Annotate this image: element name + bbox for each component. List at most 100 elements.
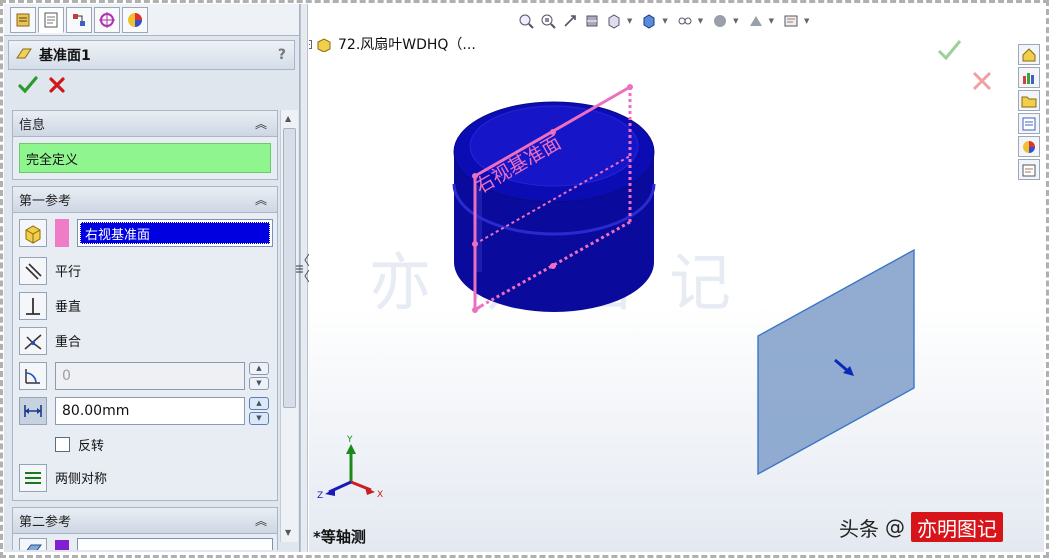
perpendicular-icon bbox=[26, 297, 40, 315]
view-orientation-icon bbox=[608, 14, 620, 29]
feature-manager-tab[interactable] bbox=[10, 6, 36, 33]
configuration-icon bbox=[73, 13, 85, 26]
feature-tree-icon bbox=[16, 13, 30, 26]
property-sheet-icon bbox=[44, 12, 58, 27]
custom-properties-icon bbox=[1022, 164, 1036, 176]
previous-view-button[interactable] bbox=[561, 12, 579, 30]
first-reference-value: 右视基准面 bbox=[80, 222, 270, 244]
scene-button[interactable] bbox=[747, 12, 765, 30]
property-scrollbar[interactable]: ▲ ▼ bbox=[280, 110, 298, 542]
parallel-button[interactable] bbox=[19, 256, 47, 285]
symmetric-option[interactable]: 两侧对称 bbox=[13, 460, 277, 495]
configuration-manager-tab[interactable] bbox=[66, 6, 92, 33]
ok-button[interactable] bbox=[18, 75, 38, 99]
credit-handle: @ bbox=[885, 515, 905, 539]
angle-icon bbox=[25, 368, 40, 384]
parallel-option[interactable]: 平行 bbox=[13, 253, 277, 288]
second-reference-entity-button[interactable] bbox=[19, 538, 47, 550]
display-manager-tab[interactable] bbox=[122, 6, 148, 33]
perpendicular-button[interactable] bbox=[19, 291, 47, 320]
view-orientation-button[interactable] bbox=[605, 12, 623, 30]
task-appearances-tab[interactable] bbox=[1018, 136, 1040, 157]
collapse-icon[interactable]: ︽ bbox=[255, 512, 267, 529]
task-folder-tab[interactable] bbox=[1018, 90, 1040, 111]
angle-option: 0 ▲ ▼ bbox=[13, 358, 277, 393]
model-scene: 亦明图记 右视基准面 bbox=[317, 84, 915, 501]
folder-icon bbox=[1021, 96, 1037, 107]
help-button[interactable]: ? bbox=[278, 47, 286, 63]
appearance-button[interactable] bbox=[711, 12, 729, 30]
home-icon bbox=[1022, 47, 1036, 61]
source-credit: 头条 @ 亦明图记 bbox=[839, 512, 1003, 542]
second-reference-header[interactable]: 第二参考 ︽ bbox=[13, 508, 277, 534]
panel-splitter[interactable] bbox=[296, 4, 310, 552]
task-custom-properties-tab[interactable] bbox=[1018, 159, 1040, 180]
tree-part-name[interactable]: 72.风扇叶WDHQ（... bbox=[338, 34, 476, 54]
collapse-icon[interactable]: ︽ bbox=[255, 115, 267, 132]
flyout-feature-tree[interactable]: + 72.风扇叶WDHQ（... bbox=[309, 34, 476, 54]
zoom-fit-icon bbox=[519, 14, 534, 29]
second-reference-group: 第二参考 ︽ bbox=[12, 507, 278, 550]
file-explorer-icon bbox=[1022, 117, 1036, 130]
second-reference-selection[interactable] bbox=[77, 538, 273, 550]
collapse-icon[interactable]: ︽ bbox=[255, 191, 267, 208]
graphics-area[interactable]: 亦明图记 右视基准面 bbox=[309, 4, 1044, 552]
plane-icon bbox=[26, 544, 42, 550]
appearance-icon bbox=[714, 15, 727, 27]
confirm-corner-cancel[interactable] bbox=[971, 70, 993, 96]
task-home-tab[interactable] bbox=[1018, 44, 1040, 65]
symmetric-icon bbox=[25, 471, 41, 484]
property-manager-tab[interactable] bbox=[38, 6, 64, 33]
view-orientation-label: *等轴测 bbox=[313, 528, 366, 546]
hide-show-button[interactable] bbox=[676, 12, 694, 30]
zoom-to-fit-button[interactable] bbox=[517, 12, 535, 30]
cross-icon bbox=[49, 77, 65, 93]
angle-input[interactable]: 0 bbox=[55, 361, 245, 390]
confirm-corner-ok[interactable] bbox=[936, 38, 962, 66]
coincident-label: 重合 bbox=[55, 335, 82, 350]
flip-checkbox[interactable] bbox=[55, 436, 70, 452]
cube-icon bbox=[25, 225, 41, 244]
reference-color-swatch bbox=[55, 219, 69, 247]
tree-expand-icon[interactable]: + bbox=[309, 39, 312, 49]
view-settings-icon bbox=[784, 15, 798, 27]
task-resources-tab[interactable] bbox=[1018, 67, 1040, 88]
symmetric-button[interactable] bbox=[19, 463, 47, 492]
display-style-button[interactable] bbox=[640, 12, 658, 30]
check-icon bbox=[18, 76, 38, 94]
dimxpert-tab[interactable] bbox=[94, 6, 120, 33]
triad-y-label: Y bbox=[346, 435, 353, 445]
view-settings-button[interactable] bbox=[782, 12, 800, 30]
coincident-button[interactable] bbox=[19, 326, 47, 355]
info-group-header[interactable]: 信息 ︽ bbox=[13, 111, 277, 137]
angle-button[interactable] bbox=[19, 361, 47, 390]
preview-plane[interactable] bbox=[757, 248, 915, 476]
scroll-up-icon[interactable]: ▲ bbox=[285, 114, 291, 123]
dimxpert-icon bbox=[99, 11, 115, 28]
distance-input[interactable]: 80.00mm bbox=[55, 396, 245, 425]
part-icon bbox=[317, 38, 331, 52]
triad-x-label: X bbox=[377, 490, 383, 500]
plane-feature-icon bbox=[16, 48, 32, 59]
distance-button[interactable] bbox=[19, 396, 47, 425]
task-explorer-tab[interactable] bbox=[1018, 113, 1040, 134]
flip-option[interactable]: 反转 bbox=[13, 428, 277, 460]
first-reference-header[interactable]: 第一参考 ︽ bbox=[13, 187, 277, 213]
reference-entity-button[interactable] bbox=[19, 219, 47, 247]
feature-title-bar: 基准面1 ? bbox=[8, 40, 295, 70]
angle-spinner[interactable]: ▲ ▼ bbox=[249, 361, 269, 390]
info-group-label: 信息 bbox=[19, 118, 46, 133]
display-manager-icon bbox=[128, 12, 142, 27]
perpendicular-option[interactable]: 垂直 bbox=[13, 288, 277, 323]
distance-spinner[interactable]: ▲ ▼ bbox=[249, 396, 269, 425]
parallel-icon bbox=[25, 262, 42, 280]
section-view-button[interactable] bbox=[583, 12, 601, 30]
cancel-button[interactable] bbox=[48, 76, 66, 98]
first-reference-selection[interactable]: 右视基准面 bbox=[77, 219, 273, 247]
property-groups: 信息 ︽ 完全定义 第一参考 ︽ 右视基准面 平行 垂直 重合 0 ▲ ▼ 80… bbox=[12, 110, 278, 550]
zoom-area-button[interactable] bbox=[539, 12, 557, 30]
coincident-option[interactable]: 重合 bbox=[13, 323, 277, 358]
second-reference-label: 第二参考 bbox=[19, 515, 72, 530]
zoom-area-icon bbox=[541, 14, 556, 29]
scroll-down-icon[interactable]: ▼ bbox=[285, 528, 291, 537]
